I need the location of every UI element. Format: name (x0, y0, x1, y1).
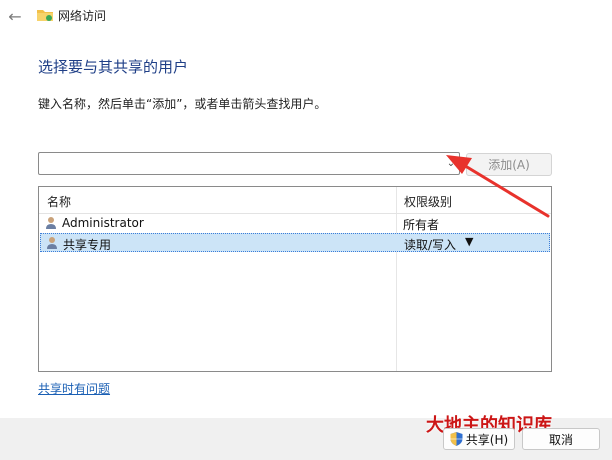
share-button[interactable]: 共享(H) (443, 428, 515, 450)
column-header-name[interactable]: 名称 (47, 193, 71, 210)
column-header-permission[interactable]: 权限级别 (404, 193, 452, 210)
network-folder-icon (37, 10, 53, 21)
user-name: Administrator (62, 216, 144, 230)
instruction-text: 键入名称，然后单击“添加”，或者单击箭头查找用户。 (38, 97, 327, 111)
user-name: 共享专用 (63, 238, 112, 252)
page-title: 选择要与其共享的用户 (38, 58, 189, 76)
add-button[interactable]: 添加(A) (466, 153, 552, 176)
sharing-help-link[interactable]: 共享时有问题 (38, 380, 110, 397)
caret-down-icon[interactable]: ▼ (465, 235, 473, 248)
cancel-button[interactable]: 取消 (522, 428, 600, 450)
user-icon (46, 217, 56, 229)
permission-level-dropdown[interactable]: 读取/写入 (404, 236, 456, 253)
user-icon (47, 237, 57, 249)
back-arrow-icon[interactable]: ← (5, 6, 25, 26)
share-button-label: 共享(H) (465, 432, 509, 447)
list-header: 名称 权限级别 (39, 187, 551, 214)
user-name-combobox[interactable] (38, 152, 460, 175)
user-list: 名称 权限级别 Administrator 所有者 共享专用 读取/写入 ▼ (38, 186, 552, 372)
table-row[interactable]: Administrator 所有者 (40, 214, 550, 233)
dropdown-arrow-icon[interactable]: ⌄ (442, 152, 460, 175)
window-title: 网络访问 (58, 9, 107, 23)
shield-icon (450, 432, 463, 446)
table-row-selected[interactable]: 共享专用 读取/写入 ▼ (40, 233, 550, 252)
permission-level: 所有者 (403, 218, 440, 232)
